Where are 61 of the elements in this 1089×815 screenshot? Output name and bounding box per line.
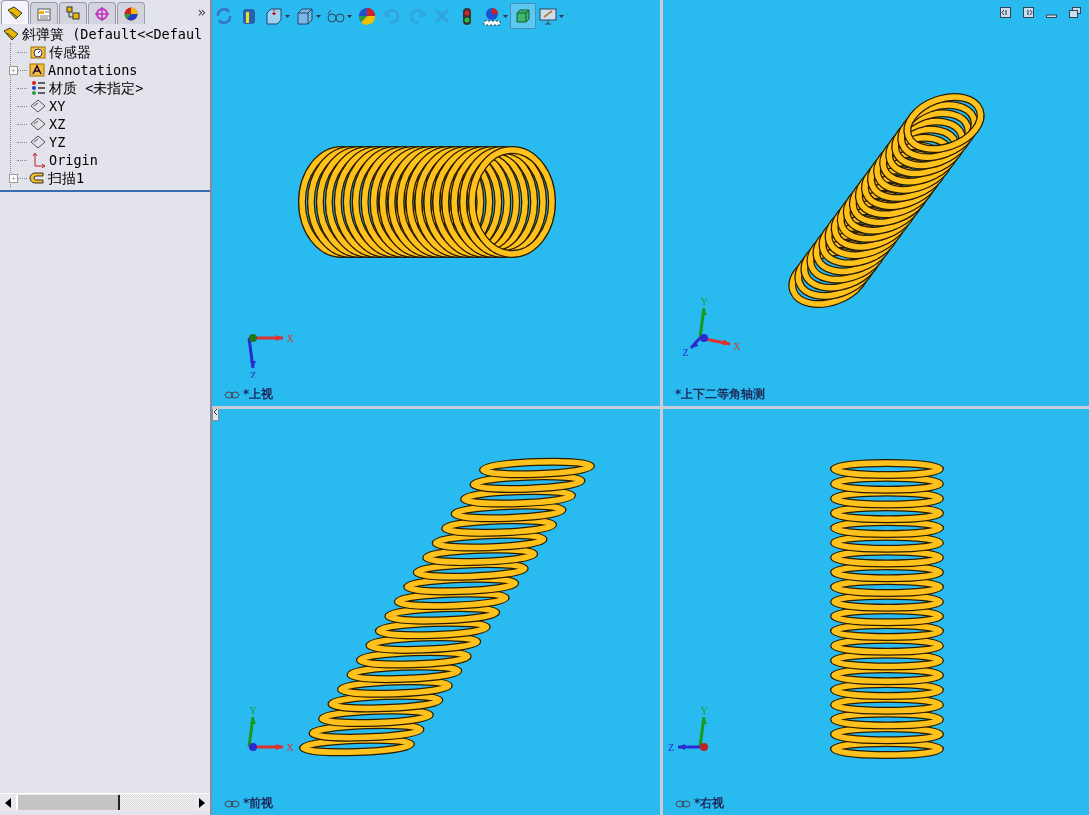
tree-item[interactable]: 斜弹簧 (Default<<Defaul <box>22 25 203 43</box>
tree-item[interactable]: 传感器 <box>49 43 91 61</box>
caret-icon[interactable] <box>285 14 290 18</box>
toolbar-button[interactable] <box>511 4 535 28</box>
tree-item[interactable]: 扫描1 <box>48 169 85 187</box>
axis-label: Y <box>249 707 257 716</box>
caret-icon[interactable] <box>347 14 352 18</box>
sweep-icon <box>29 170 45 186</box>
annotation-icon <box>29 62 45 78</box>
axis-label: X <box>286 742 293 753</box>
axis-label: X <box>286 333 293 344</box>
view-name: *右视 <box>694 795 725 812</box>
material-icon <box>30 80 46 96</box>
origin-icon <box>30 152 46 168</box>
axis-label: Z <box>667 742 675 753</box>
tree-item[interactable]: Origin <box>49 151 98 169</box>
tree-item[interactable]: Annotations <box>48 61 138 79</box>
view-name: *上下二等角轴测 <box>675 386 766 403</box>
sensor-folder-icon <box>30 44 46 60</box>
panel-tab[interactable] <box>117 2 145 24</box>
axis-label: Y <box>700 707 708 716</box>
graphics-viewport[interactable]: Y X Z *上下二等角轴测 <box>663 0 1089 406</box>
caret-icon[interactable] <box>559 14 564 18</box>
part-icon <box>3 26 19 42</box>
expander-icon[interactable] <box>9 65 18 75</box>
view-name: *前视 <box>243 795 274 812</box>
tree-item[interactable]: 材质 <未指定> <box>49 79 144 97</box>
scroll-right-icon[interactable] <box>198 797 206 808</box>
caret-icon[interactable] <box>503 14 508 18</box>
graphics-viewport[interactable]: Y X *前视 <box>212 409 660 815</box>
expander-icon[interactable] <box>9 173 18 183</box>
view-name: *上视 <box>243 386 274 403</box>
tile-left-icon[interactable] <box>1000 7 1011 18</box>
view-orientation-icon <box>264 6 284 26</box>
plane-icon <box>30 134 46 150</box>
more-tabs-chevron[interactable]: » <box>197 4 206 20</box>
axis-label: Y <box>700 298 708 307</box>
graphics-viewport[interactable]: Y Z *右视 <box>663 409 1089 815</box>
rotate-icon <box>214 6 234 26</box>
tile-right-icon[interactable] <box>1023 7 1034 18</box>
monitor-icon <box>538 6 558 26</box>
plane-icon <box>30 116 46 132</box>
horizontal-scrollbar[interactable] <box>0 793 210 811</box>
tree-item[interactable]: XY <box>49 97 66 115</box>
tree-item[interactable]: XZ <box>49 115 66 133</box>
axis-label: X <box>733 340 741 352</box>
scrollbar-thumb[interactable] <box>16 795 120 810</box>
display-style-icon <box>295 6 315 26</box>
panel-tab[interactable] <box>1 0 29 24</box>
link-icon[interactable] <box>224 390 240 399</box>
property-icon <box>36 5 52 22</box>
link-icon[interactable] <box>675 799 691 808</box>
restore-icon[interactable] <box>1069 7 1081 18</box>
panel-tab[interactable] <box>59 2 87 24</box>
cube-frame-icon <box>513 6 533 26</box>
caret-icon[interactable] <box>316 14 321 18</box>
link-icon[interactable] <box>224 799 240 808</box>
scroll-left-icon[interactable] <box>4 797 12 808</box>
plane-icon <box>30 98 46 114</box>
tree-item[interactable]: YZ <box>49 133 66 151</box>
axis-label: Z <box>682 347 689 359</box>
